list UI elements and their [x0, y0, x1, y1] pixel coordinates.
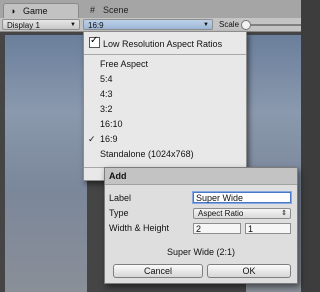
low-res-label: Low Resolution Aspect Ratios — [103, 39, 223, 49]
menu-divider — [84, 54, 246, 55]
type-field-label: Type — [109, 208, 129, 218]
dialog-title: Add — [109, 171, 127, 181]
display-select-label: Display 1 — [7, 21, 40, 30]
label-field-label: Label — [109, 193, 132, 203]
menu-item-label: 3:2 — [100, 104, 113, 114]
menu-item-16-10[interactable]: 16:10 — [100, 117, 123, 132]
dialog-header: Add — [105, 168, 297, 185]
height-input[interactable]: 1 — [245, 223, 291, 234]
tab-scene[interactable]: # Scene — [84, 3, 144, 18]
dropdown-arrow-icon: ▼ — [203, 22, 209, 28]
low-res-toggle[interactable]: ✓ Low Resolution Aspect Ratios — [89, 35, 223, 51]
aspect-select-label: 16:9 — [88, 21, 104, 30]
scale-slider-thumb[interactable] — [241, 20, 251, 30]
tab-scene-label: Scene — [103, 5, 129, 15]
menu-item-label: Free Aspect — [100, 59, 149, 69]
menu-item-16-9[interactable]: ✓ 16:9 — [88, 132, 118, 147]
add-aspect-dialog: Add Label Super Wide Type Aspect Ratio ⇕… — [104, 167, 298, 284]
type-select-label: Aspect Ratio — [198, 209, 244, 218]
checkmark-icon: ✓ — [90, 35, 99, 46]
tab-game[interactable]: ◑ Game — [3, 3, 79, 18]
menu-item-label: 16:10 — [100, 119, 123, 129]
select-arrows-icon: ⇕ — [281, 210, 287, 217]
aspect-select[interactable]: 16:9 ▼ — [83, 19, 213, 30]
menu-item-label: Standalone (1024x768) — [100, 149, 194, 159]
menu-item-5-4[interactable]: 5:4 — [100, 72, 113, 87]
menu-item-3-2[interactable]: 3:2 — [100, 102, 113, 117]
scale-label: Scale — [219, 20, 240, 29]
display-select[interactable]: Display 1 ▼ — [2, 19, 80, 30]
menu-item-4-3[interactable]: 4:3 — [100, 87, 113, 102]
menu-item-standalone[interactable]: Standalone (1024x768) — [100, 147, 194, 162]
aspect-ratio-menu: ✓ Low Resolution Aspect Ratios Free Aspec… — [83, 31, 247, 181]
game-toolbar: Display 1 ▼ 16:9 ▼ Scale — [0, 18, 301, 32]
width-height-label: Width & Height — [109, 223, 170, 233]
menu-item-label: 16:9 — [100, 134, 118, 144]
aspect-summary: Super Wide (2:1) — [166, 247, 236, 257]
scene-grid-icon: # — [90, 5, 96, 15]
game-tab-icon: ◑ — [10, 6, 16, 16]
dropdown-arrow-icon: ▼ — [70, 22, 76, 28]
type-select[interactable]: Aspect Ratio ⇕ — [193, 208, 291, 219]
checkmark-icon: ✓ — [88, 134, 96, 144]
ok-button[interactable]: OK — [207, 264, 291, 278]
tab-strip: ◑ Game # Scene — [0, 0, 301, 19]
width-input[interactable]: 2 — [193, 223, 241, 234]
cancel-button[interactable]: Cancel — [113, 264, 203, 278]
label-input[interactable]: Super Wide — [193, 192, 291, 203]
game-view-render — [5, 35, 87, 292]
low-res-checkbox[interactable]: ✓ — [89, 35, 100, 48]
scale-slider-track[interactable] — [246, 24, 301, 26]
menu-item-free-aspect[interactable]: Free Aspect — [100, 57, 148, 72]
tab-game-label: Game — [23, 6, 48, 16]
menu-item-label: 4:3 — [100, 89, 113, 99]
menu-item-label: 5:4 — [100, 74, 113, 84]
